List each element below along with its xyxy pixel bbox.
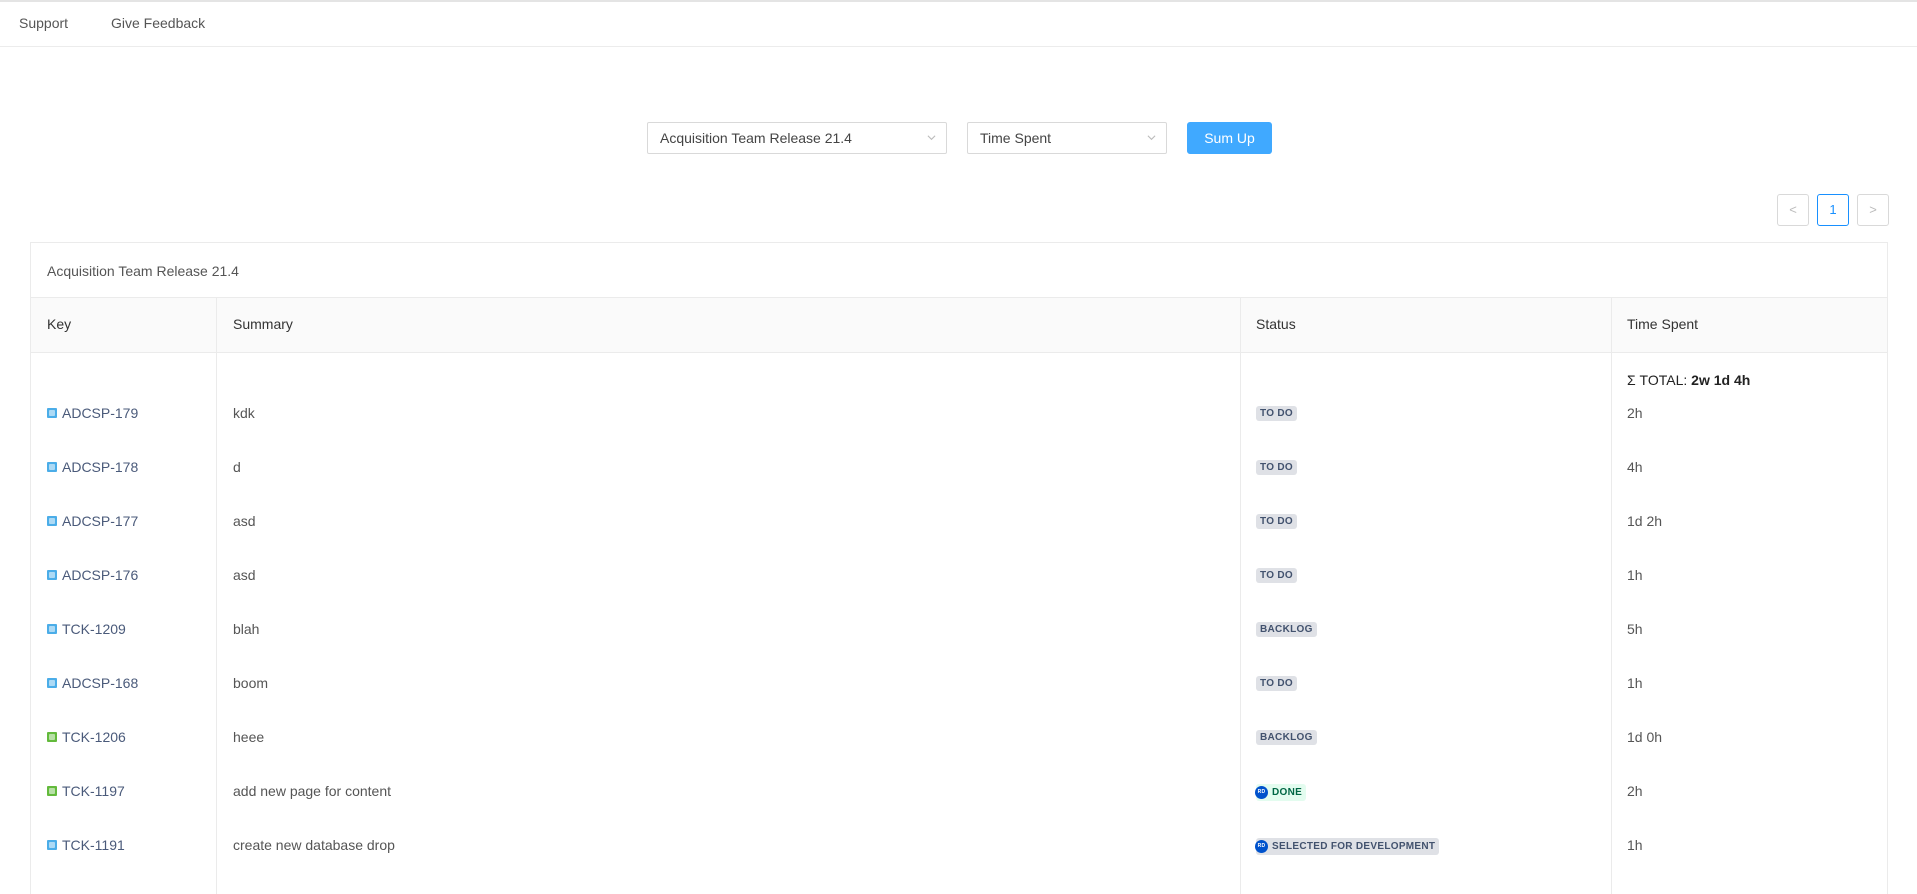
status-badge: TO DO (1256, 676, 1297, 691)
status-label: BACKLOG (1260, 624, 1313, 635)
issue-key: ADCSP-176 (62, 567, 139, 583)
issue-summary: blah (233, 621, 260, 637)
time-total: Σ TOTAL: 2w 1d 4h (1627, 372, 1750, 388)
next-page-button[interactable]: > (1857, 194, 1889, 226)
issue-summary: asd (233, 567, 256, 583)
status-badge: TO DO (1256, 514, 1297, 529)
table-row: TCK-1206 heee BACKLOG 1d 0h (31, 711, 1887, 765)
field-select-value: Time Spent (980, 130, 1052, 146)
issue-key: ADCSP-168 (62, 675, 139, 691)
time-spent-value: 1h (1627, 567, 1643, 583)
issue-key-link[interactable]: ADCSP-168 (47, 675, 138, 691)
table-row: TCK-1197 add new page for content RD DONE 2h (31, 765, 1887, 819)
status-badge: RD DONE (1255, 784, 1307, 801)
issue-key-link[interactable]: ADCSP-176 (47, 567, 138, 583)
table-row: ADCSP-168 boom TO DO 1h (31, 657, 1887, 711)
task-type-icon (47, 840, 57, 850)
issue-summary: boom (233, 675, 269, 691)
table-header: Key Summary Status Time Spent (31, 297, 1887, 353)
field-select[interactable]: Time Spent (967, 122, 1167, 154)
status-badge: TO DO (1256, 568, 1297, 583)
time-spent-value: 1h (1627, 837, 1643, 853)
issue-key: ADCSP-179 (62, 405, 139, 421)
status-label: BACKLOG (1260, 732, 1313, 743)
issue-key-link[interactable]: TCK-1209 (47, 621, 126, 637)
issue-key: ADCSP-178 (62, 459, 139, 475)
issue-summary: heee (233, 729, 265, 745)
table-row: TCK-1191 create new database drop RD SELECT… (31, 819, 1887, 873)
time-spent-value: 2h (1627, 783, 1643, 799)
page-1-button[interactable]: 1 (1817, 194, 1849, 226)
table-row: ADCSP-177 asd TO DO 1d 2h (31, 495, 1887, 549)
status-badge: TO DO (1256, 460, 1297, 475)
status-badge: TO DO (1256, 406, 1297, 421)
issue-key: ADCSP-177 (62, 513, 139, 529)
issue-summary: asd (233, 513, 256, 529)
time-spent-value: 2h (1627, 405, 1643, 421)
status-label: SELECTED FOR DEVELOPMENT (1272, 841, 1436, 852)
time-spent-value: 1h (1627, 675, 1643, 691)
time-spent-value: 1d 0h (1627, 729, 1663, 745)
issue-key-link[interactable]: ADCSP-177 (47, 513, 138, 529)
time-spent-value: 1d 2h (1627, 513, 1663, 529)
table-row: ADCSP-179 kdk TO DO 2h (31, 387, 1887, 441)
column-header-summary[interactable]: Summary (233, 316, 293, 332)
issue-key: TCK-1197 (62, 783, 125, 799)
task-type-icon (47, 570, 57, 580)
give-feedback-link[interactable]: Give Feedback (111, 15, 205, 31)
release-select-value: Acquisition Team Release 21.4 (660, 130, 852, 146)
chevron-down-icon (1147, 135, 1156, 141)
column-header-status[interactable]: Status (1256, 316, 1296, 332)
table-row: ADCSP-178 d TO DO 4h (31, 441, 1887, 495)
issue-summary: create new database drop (233, 837, 395, 853)
time-spent-value: 4h (1627, 459, 1643, 475)
task-type-icon (47, 516, 57, 526)
time-spent-value: 5h (1627, 621, 1643, 637)
sum-up-button[interactable]: Sum Up (1187, 122, 1272, 154)
column-header-key[interactable]: Key (47, 316, 71, 332)
task-type-icon (47, 678, 57, 688)
status-label: TO DO (1260, 570, 1293, 581)
issue-key-link[interactable]: TCK-1206 (47, 729, 126, 745)
panel-title: Acquisition Team Release 21.4 (47, 263, 239, 279)
status-label: TO DO (1260, 462, 1293, 473)
status-label: TO DO (1260, 678, 1293, 689)
issue-summary: d (233, 459, 241, 475)
chevron-down-icon (927, 135, 936, 141)
assignee-avatar: RD (1255, 840, 1268, 853)
story-type-icon (47, 786, 57, 796)
issue-key: TCK-1209 (62, 621, 126, 637)
column-header-time-spent[interactable]: Time Spent (1627, 316, 1698, 332)
issue-key-link[interactable]: TCK-1191 (47, 837, 125, 853)
issue-summary: kdk (233, 405, 255, 421)
support-link[interactable]: Support (19, 15, 68, 31)
task-type-icon (47, 462, 57, 472)
story-type-icon (47, 732, 57, 742)
task-type-icon (47, 624, 57, 634)
prev-page-button[interactable]: < (1777, 194, 1809, 226)
task-type-icon (47, 408, 57, 418)
table-row: TCK-1209 blah BACKLOG 5h (31, 603, 1887, 657)
total-label: Σ TOTAL: (1627, 372, 1688, 388)
table-row: ADCSP-176 asd TO DO 1h (31, 549, 1887, 603)
issue-key: TCK-1206 (62, 729, 126, 745)
status-badge: RD SELECTED FOR DEVELOPMENT (1255, 838, 1440, 855)
status-label: TO DO (1260, 408, 1293, 419)
status-badge: BACKLOG (1256, 730, 1317, 745)
issue-key-link[interactable]: ADCSP-178 (47, 459, 138, 475)
assignee-avatar: RD (1255, 786, 1268, 799)
issue-key-link[interactable]: ADCSP-179 (47, 405, 138, 421)
issue-key-link[interactable]: TCK-1197 (47, 783, 125, 799)
issue-summary: add new page for content (233, 783, 392, 799)
status-badge: BACKLOG (1256, 622, 1317, 637)
top-nav: Support Give Feedback (0, 2, 1917, 47)
issue-key: TCK-1191 (62, 837, 125, 853)
status-label: TO DO (1260, 516, 1293, 527)
results-panel: Acquisition Team Release 21.4 Key Summar… (30, 242, 1888, 894)
release-select[interactable]: Acquisition Team Release 21.4 (647, 122, 947, 154)
status-label: DONE (1272, 787, 1303, 798)
total-value: 2w 1d 4h (1691, 372, 1751, 388)
